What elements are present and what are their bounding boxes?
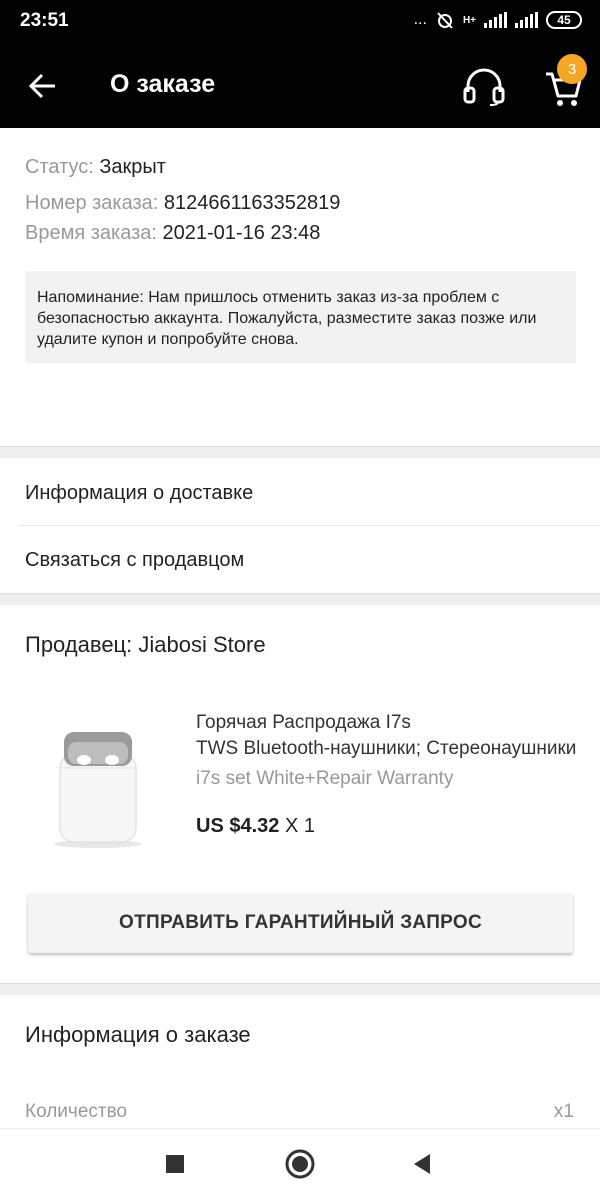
product-price: US $4.32 [196, 815, 280, 837]
product-image[interactable] [48, 720, 148, 850]
section-divider [0, 446, 600, 458]
home-button[interactable] [284, 1148, 316, 1180]
back-button[interactable] [26, 66, 60, 106]
order-number-value: 8124661163352819 [163, 192, 341, 214]
product-quantity: X 1 [284, 815, 315, 837]
earbuds-case-image [54, 732, 142, 848]
system-back-button[interactable] [408, 1149, 438, 1179]
back-arrow-icon [28, 73, 55, 99]
back-icon [414, 1154, 430, 1174]
recent-apps-button[interactable] [160, 1149, 190, 1179]
page-title: О заказе [110, 70, 216, 98]
order-time-value: 2021-01-16 23:48 [162, 222, 321, 244]
order-status-section: Статус: Закрыт Номер заказа: 81246611633… [0, 128, 600, 446]
section-divider [0, 983, 600, 995]
support-button[interactable] [462, 66, 506, 106]
system-nav-bar [0, 1128, 600, 1199]
warranty-request-button[interactable]: ОТПРАВИТЬ ГАРАНТИЙНЫЙ ЗАПРОС [28, 893, 573, 953]
status-icons: ... H+ 45 [414, 10, 582, 30]
home-icon [285, 1149, 315, 1179]
recent-apps-icon [166, 1155, 184, 1173]
order-info-title: Информация о заказе [25, 1022, 251, 1047]
app-bar: О заказе [0, 44, 600, 128]
delivery-info-link[interactable]: Информация о доставке [0, 460, 600, 526]
notification-dots-icon: ... [413, 11, 427, 28]
delivery-info-label: Информация о доставке [25, 482, 254, 504]
product-variant: i7s set White+Repair Warranty [196, 768, 454, 789]
status-row: Статус: Закрыт [25, 156, 166, 179]
signal-icon [484, 12, 507, 28]
alarm-off-icon [437, 12, 453, 29]
signal-icon-2 [515, 12, 538, 28]
cart-count-badge: 3 [557, 54, 587, 84]
headset-icon [463, 68, 505, 106]
status-time: 23:51 [20, 10, 69, 31]
battery-icon: 45 [546, 11, 582, 29]
network-type-label: H+ [462, 14, 476, 26]
order-number-label: Номер заказа: [25, 192, 159, 214]
status-bar: 23:51 ... H+ 45 [0, 0, 600, 44]
quantity-value: x1 [553, 1101, 574, 1122]
status-label: Статус: [25, 156, 94, 178]
order-number-row: Номер заказа: 8124661163352819 [25, 192, 340, 215]
divider [18, 525, 600, 526]
cancellation-notice: Напоминание: Нам пришлось отменить заказ… [25, 271, 576, 363]
order-time-label: Время заказа: [25, 222, 157, 244]
product-price-row: US $4.32 X 1 [196, 815, 315, 838]
quantity-label: Количество [25, 1101, 128, 1122]
contact-seller-link[interactable]: Связаться с продавцом [0, 527, 600, 593]
product-title-line2: TWS Bluetooth-наушники; Стереонаушники [196, 738, 577, 759]
seller-name[interactable]: Продавец: Jiabosi Store [25, 632, 266, 658]
order-time-row: Время заказа: 2021-01-16 23:48 [25, 222, 320, 245]
product-title[interactable]: Горячая Распродажа I7s TWS Bluetooth-нау… [196, 710, 580, 762]
product-title-line1: Горячая Распродажа I7s [196, 712, 411, 733]
section-divider [0, 593, 600, 605]
status-value: Закрыт [99, 156, 166, 178]
contact-seller-label: Связаться с продавцом [25, 549, 245, 571]
